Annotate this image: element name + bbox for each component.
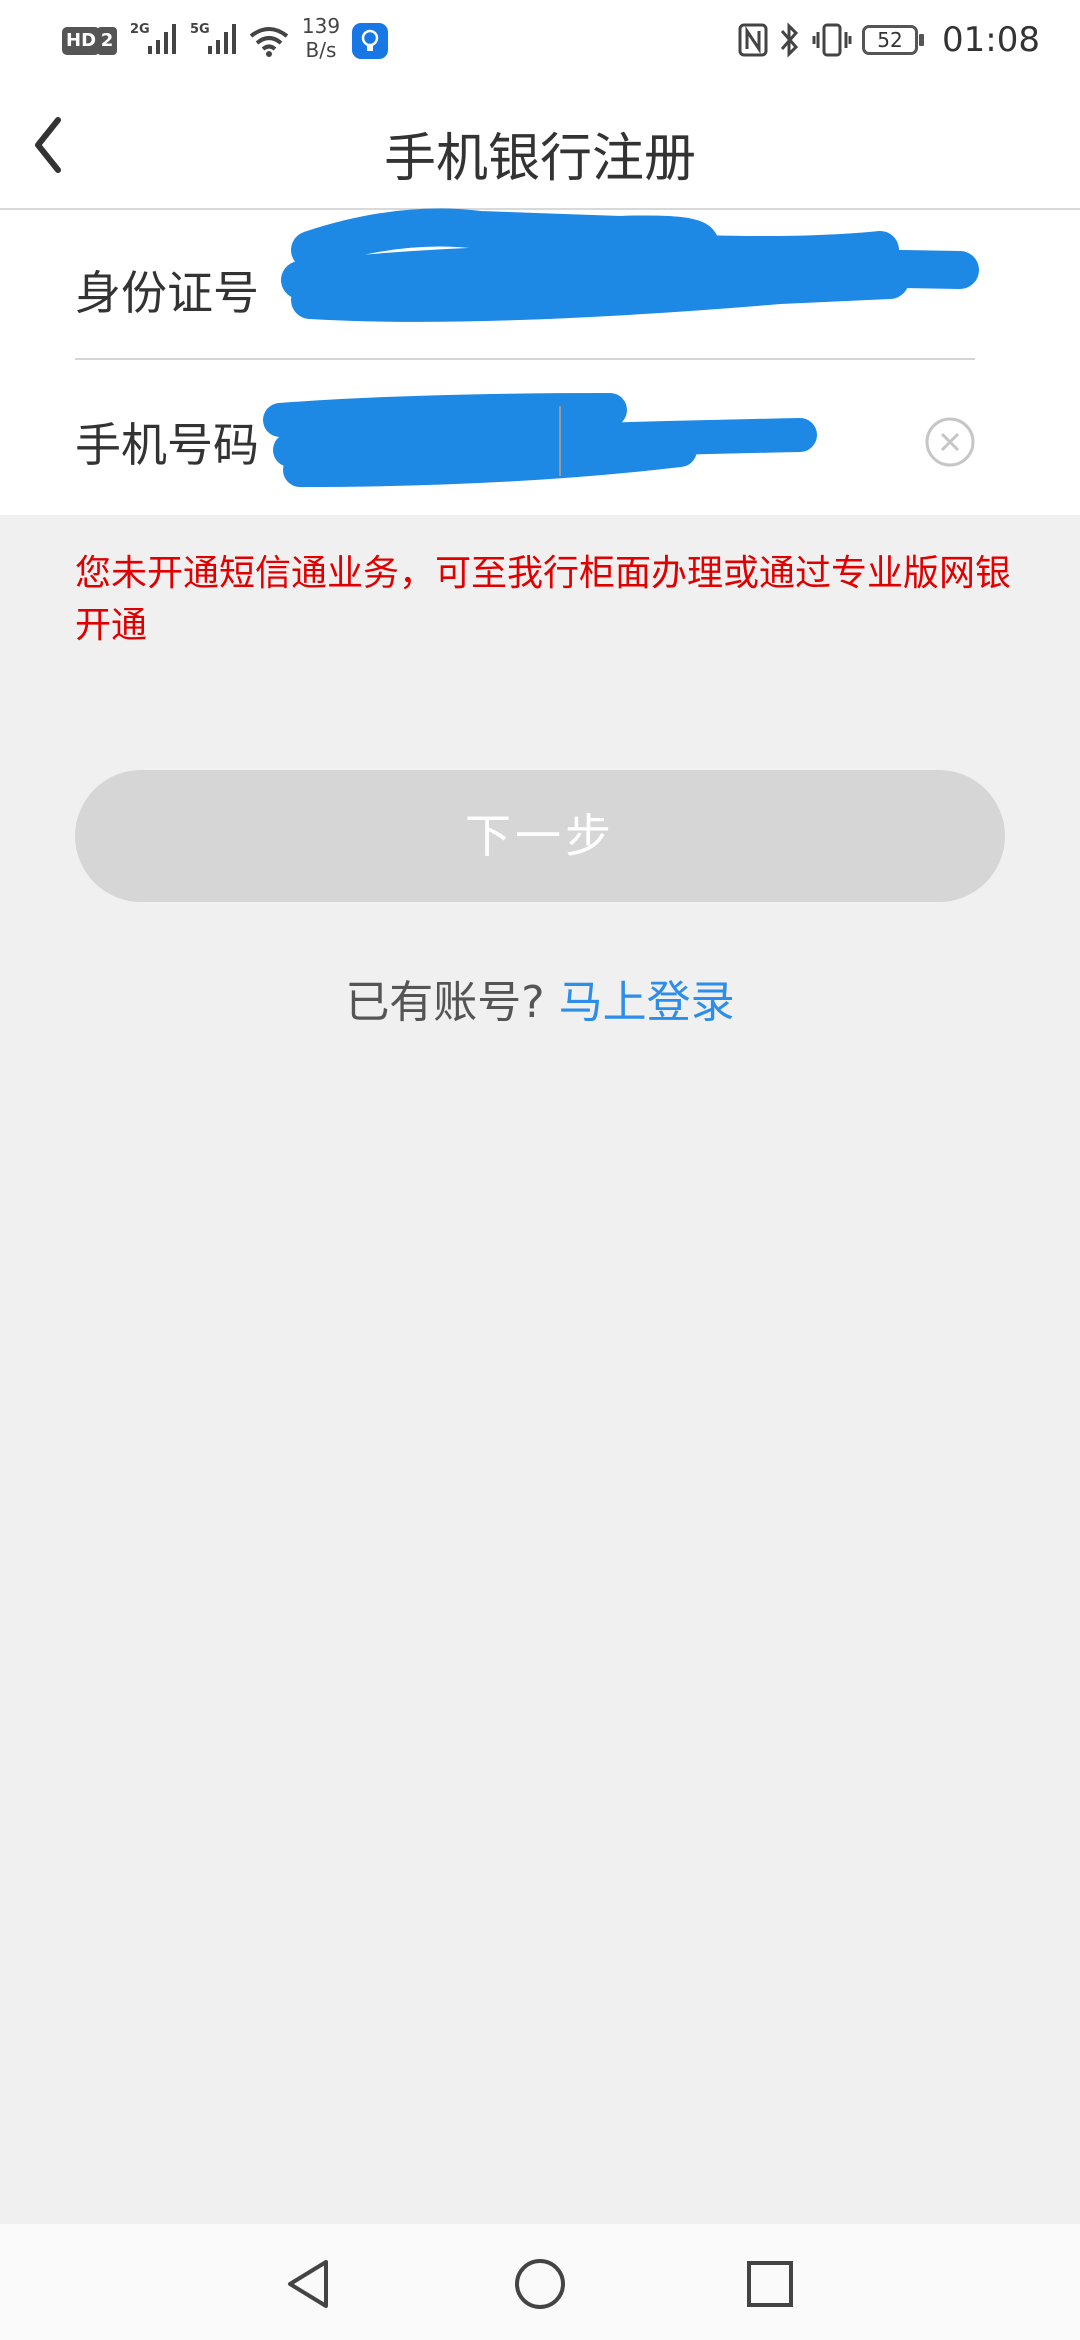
bluetooth-icon xyxy=(780,22,799,58)
app-notification-icon xyxy=(352,23,388,59)
id-number-label: 身份证号 xyxy=(75,266,259,320)
id-number-redaction xyxy=(281,208,979,322)
error-message: 您未开通短信通业务，可至我行柜面办理或通过专业版网银开通 xyxy=(75,553,1012,646)
system-home-button[interactable] xyxy=(510,2254,570,2314)
system-navigation-bar xyxy=(0,2224,1080,2340)
page-title: 手机银行注册 xyxy=(383,129,696,189)
wifi-icon xyxy=(249,27,289,57)
battery-nub xyxy=(919,34,924,46)
next-step-button[interactable]: 下一步 xyxy=(75,770,1005,902)
network-speed: 139 B/s xyxy=(296,14,346,62)
login-question: 已有账号? xyxy=(345,977,545,1028)
clear-input-button[interactable] xyxy=(924,416,976,468)
speed-value: 139 xyxy=(301,14,341,38)
vibrate-icon xyxy=(812,23,852,57)
clock: 01:08 xyxy=(942,20,1040,60)
login-link[interactable]: 马上登录 xyxy=(559,977,735,1028)
square-recents-icon xyxy=(747,2261,793,2307)
circle-home-icon xyxy=(515,2259,565,2309)
battery-level: 52 xyxy=(877,28,903,52)
signal-icon-2 xyxy=(208,24,236,54)
sim-number-badge: 2 xyxy=(97,27,117,55)
battery-icon: 52 xyxy=(862,25,918,55)
status-bar: HD 2 2G 5G 139 B/s 52 01:08 xyxy=(0,0,1080,80)
phone-number-redaction xyxy=(263,393,817,487)
triangle-back-icon xyxy=(288,2260,328,2308)
login-prompt: 已有账号? 马上登录 xyxy=(0,966,1080,1030)
text-cursor xyxy=(559,406,561,476)
signal-icon xyxy=(148,24,176,54)
clear-circle-icon xyxy=(925,417,975,467)
phone-number-label: 手机号码 xyxy=(75,418,259,472)
hd-badge: HD xyxy=(62,27,101,55)
system-recents-button[interactable] xyxy=(740,2254,800,2314)
system-back-button[interactable] xyxy=(280,2254,340,2314)
speed-unit: B/s xyxy=(305,38,337,62)
nfc-icon xyxy=(738,23,768,57)
